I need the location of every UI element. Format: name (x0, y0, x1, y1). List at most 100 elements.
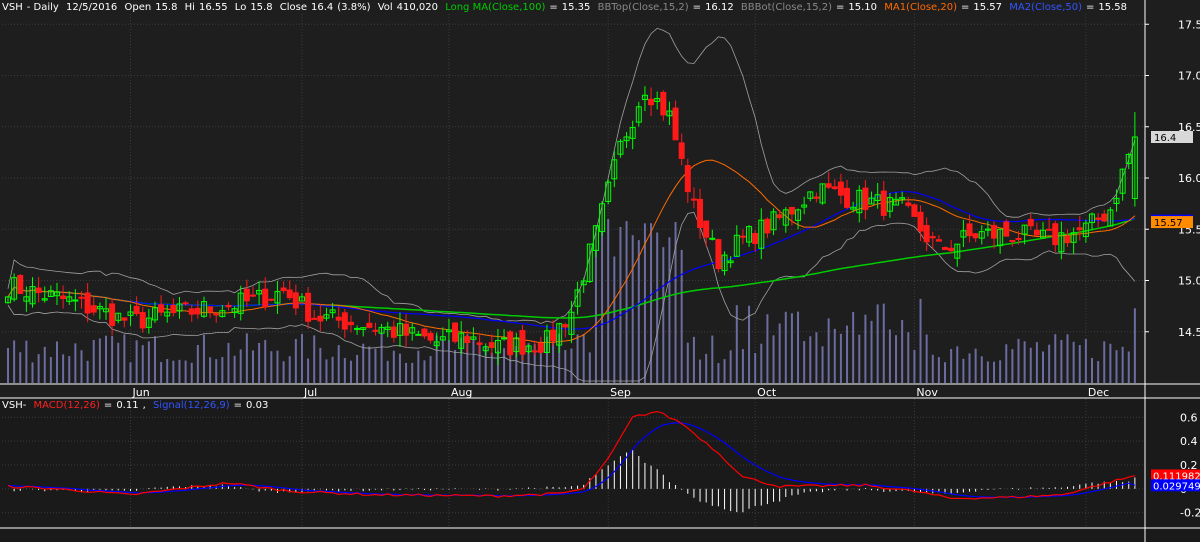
header-date: 12/5/2016 (66, 2, 118, 13)
candle-down (403, 323, 410, 336)
header-high-label: Hi (184, 2, 195, 13)
ma1-value-tag: 15.57 (1154, 218, 1183, 229)
candle-down (991, 225, 998, 239)
candle-down (697, 198, 704, 229)
candle-down (60, 295, 67, 299)
candle-down (133, 305, 140, 315)
candle-down (678, 142, 685, 159)
candle-down (188, 308, 195, 315)
header-close-label: Close (279, 2, 308, 13)
header-open-label: Open (124, 2, 152, 13)
chart-window: 17.5 17.0 16.5 16.0 15.5 15.0 14.5 Jun Jul Aug Sep… (0, 0, 1200, 542)
candle-down (280, 287, 287, 292)
candle-down (305, 292, 312, 322)
candle-down (935, 239, 942, 242)
header-vol-label: Vol (377, 2, 393, 13)
macd-y-tick-label: 0.4 (1180, 435, 1198, 448)
candle-down (660, 91, 667, 116)
candle-down (464, 336, 471, 343)
candle-down (813, 196, 820, 199)
candle-down (739, 235, 746, 238)
candle-down (121, 317, 128, 321)
x-tick-label-nov: Nov (916, 386, 938, 399)
x-tick-label-sep: Sep (610, 386, 631, 399)
x-tick-label-jun: Jun (131, 386, 149, 399)
header-close: 16.4 (311, 2, 334, 13)
candle-down (207, 306, 214, 313)
stock-chart-canvas[interactable]: 17.517.016.516.015.515.014.5Jun Jul Aug Sep… (0, 0, 1200, 542)
candle-down (335, 316, 342, 321)
candle-down (194, 307, 201, 315)
header-open: 15.8 (155, 2, 178, 13)
candle-down (292, 292, 299, 309)
legend-bbbot-label: BBBot(Close,15,2) (740, 2, 832, 13)
candle-down (880, 190, 887, 216)
candle-down (942, 247, 949, 250)
legend-long-ma-label: Long MA(Close,100) (445, 2, 546, 13)
header-interval: Daily (33, 2, 59, 13)
candle-down (929, 236, 936, 239)
candle-down (311, 317, 318, 320)
legend-ma2-value: 15.58 (1098, 2, 1128, 13)
candle-down (1015, 238, 1022, 241)
candle-down (268, 298, 275, 301)
candle-down (550, 329, 557, 342)
candle-up (501, 337, 508, 340)
candle-down (35, 287, 42, 294)
candle-down (90, 305, 97, 313)
header-low: 15.8 (250, 2, 273, 13)
candle-down (341, 312, 348, 330)
candle-down (519, 330, 526, 355)
candle-down (537, 342, 544, 353)
candle-down (703, 220, 710, 238)
candle-down (78, 296, 85, 299)
macd-header-symbol: VSH (2, 400, 23, 411)
candle-down (776, 214, 783, 219)
candle-down (1052, 223, 1059, 246)
legend-long-ma-value: 15.35 (561, 2, 591, 13)
price-y-tick-label: 15.0 (1178, 275, 1200, 288)
candle-down (862, 187, 869, 210)
legend-bbbot-value: 15.10 (848, 2, 878, 13)
candle-down (831, 186, 838, 190)
macd-value: 0.11 (116, 400, 139, 411)
candle-down (788, 206, 795, 215)
header-change: (3.8%) (337, 2, 371, 13)
candle-down (84, 292, 91, 314)
signal-label: Signal(12,26,9) (152, 400, 230, 411)
legend-bbtop-label: BBTop(Close,15,2) (597, 2, 689, 13)
candle-down (507, 331, 514, 356)
x-tick-label-dec: Dec (1088, 386, 1109, 399)
header-volume: 410,020 (396, 2, 439, 13)
candle-down (347, 321, 354, 326)
macd-panel-background (0, 398, 1200, 542)
candle-down (948, 247, 955, 252)
legend-ma1-label: MA1(Close,20) (884, 2, 957, 13)
candle-down (109, 303, 116, 326)
x-tick-label-aug: Aug (451, 386, 472, 399)
candle-down (531, 350, 538, 353)
candle-down (1064, 236, 1071, 244)
candle-down (213, 313, 220, 316)
price-y-tick-label: 14.5 (1178, 326, 1200, 339)
candle-up (415, 333, 422, 336)
candle-down (1009, 239, 1016, 242)
signal-value: 0.03 (246, 400, 269, 411)
candle-down (390, 326, 397, 338)
candle-up (72, 299, 79, 302)
candle-down (372, 329, 379, 332)
signal-value-tag: 0.029749 (1153, 481, 1200, 492)
candle-down (562, 324, 569, 328)
candle-down (672, 107, 679, 141)
candle-down (764, 218, 771, 234)
candle-down (225, 304, 232, 308)
candle-down (1003, 221, 1010, 237)
legend-ma1-value: 15.57 (973, 2, 1003, 13)
candle-down (905, 202, 912, 206)
candle-down (648, 98, 655, 106)
candle-down (923, 225, 930, 243)
candle-down (825, 183, 832, 188)
candle-down (690, 198, 697, 201)
header-symbol: VSH (2, 2, 23, 13)
candle-down (1076, 227, 1083, 231)
